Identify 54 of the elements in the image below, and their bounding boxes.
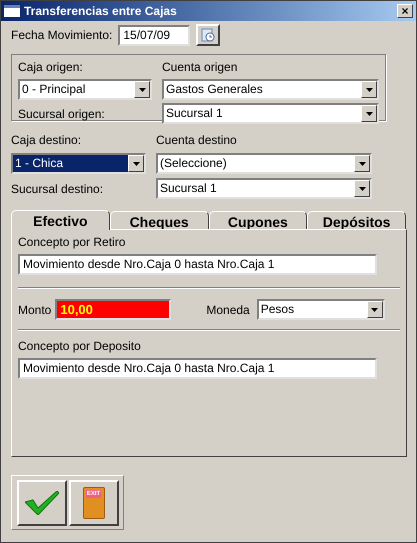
- dropdown-button[interactable]: [366, 301, 383, 318]
- dropdown-field[interactable]: 1 - Chica: [11, 153, 146, 174]
- window-title: Transferencias entre Cajas: [24, 3, 178, 20]
- caret-icon: [358, 162, 366, 166]
- field-label: Caja origen:: [18, 59, 84, 76]
- field-label: Cuenta destino: [156, 132, 238, 149]
- field-label: Cuenta origen: [162, 59, 238, 76]
- confirm-button[interactable]: [16, 480, 66, 526]
- dropdown-field[interactable]: 0 - Principal: [18, 79, 152, 100]
- input-field[interactable]: Movimiento desde Nro.Caja 0 hasta Nro.Caja 1: [18, 358, 377, 379]
- field-label: Sucursal origen:: [18, 106, 106, 122]
- dropdown-value: 1 - Chica: [13, 155, 128, 172]
- caret-icon: [138, 88, 146, 92]
- window-icon: [4, 5, 20, 17]
- input-field[interactable]: 15/07/09: [118, 24, 190, 46]
- calendar-icon: [201, 28, 216, 42]
- caret-icon: [366, 88, 372, 92]
- field-label: Concepto por Retiro: [18, 234, 126, 251]
- field-label: Concepto por Deposito: [18, 338, 142, 355]
- checkmark-icon: [24, 490, 58, 514]
- dropdown-button[interactable]: [354, 180, 370, 197]
- close-button[interactable]: ×: [397, 4, 413, 18]
- tab[interactable]: Cheques: [110, 211, 208, 229]
- tab[interactable]: Efectivo: [11, 210, 110, 230]
- dropdown-field[interactable]: (Seleccione): [156, 153, 372, 174]
- tab[interactable]: Cupones: [208, 211, 308, 229]
- field-label: Monto: [18, 302, 52, 318]
- dropdown-value: (Seleccione): [159, 155, 228, 172]
- input-field[interactable]: Movimiento desde Nro.Caja 0 hasta Nro.Caja 1: [18, 254, 377, 275]
- dropdown-field[interactable]: Gastos Generales: [162, 79, 379, 100]
- field-label: Moneda: [206, 302, 250, 318]
- dropdown-field[interactable]: Sucursal 1: [162, 103, 379, 124]
- dropdown-value: Sucursal 1: [165, 105, 224, 122]
- dropdown-button[interactable]: [128, 155, 144, 172]
- field-label: Caja destino:: [11, 132, 82, 149]
- caret-icon: [366, 112, 372, 116]
- caret-icon: [371, 308, 378, 312]
- dropdown-value: 0 - Principal: [21, 81, 86, 98]
- dropdown-field[interactable]: Sucursal 1: [156, 178, 372, 199]
- dropdown-value: Pesos: [260, 301, 296, 318]
- tab[interactable]: Depósitos: [307, 211, 406, 229]
- dropdown-button[interactable]: [134, 81, 150, 98]
- dropdown-button[interactable]: [361, 105, 377, 122]
- field-label: Sucursal destino:: [11, 180, 104, 198]
- caret-icon: [358, 186, 366, 190]
- dropdown-button[interactable]: [361, 81, 377, 98]
- field-label: Fecha Movimiento:: [11, 27, 112, 44]
- dropdown-field[interactable]: Pesos: [256, 299, 385, 320]
- dropdown-button[interactable]: [354, 155, 370, 172]
- calendar-button[interactable]: [196, 24, 220, 46]
- caret-icon: [132, 162, 140, 166]
- dropdown-value: Gastos Generales: [165, 81, 264, 98]
- dropdown-value: Sucursal 1: [159, 180, 218, 197]
- input-field[interactable]: 10,00: [55, 299, 172, 320]
